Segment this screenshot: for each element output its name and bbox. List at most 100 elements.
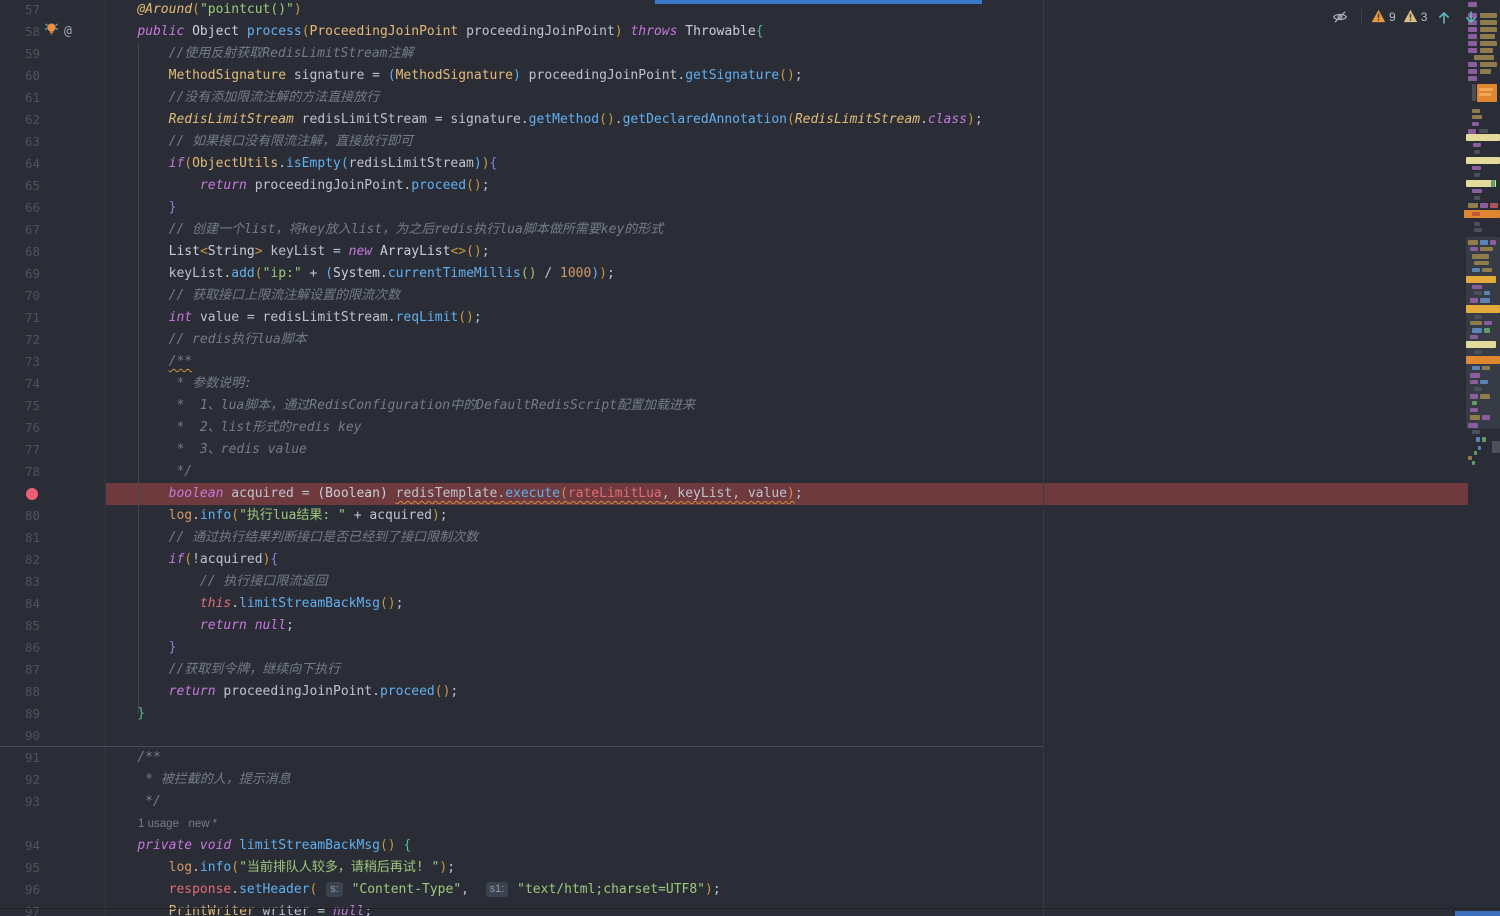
gutter[interactable]: 61 <box>0 87 106 109</box>
gutter[interactable]: 69 <box>0 263 106 285</box>
warning-badge[interactable]: 3 <box>1403 9 1427 26</box>
line-number[interactable]: 82 <box>0 549 40 571</box>
line-number[interactable]: 63 <box>0 131 40 153</box>
line-number[interactable]: 78 <box>0 461 40 483</box>
code-line[interactable]: 77 * 3、redis value <box>0 439 1466 461</box>
code-line[interactable]: 65 return proceedingJoinPoint.proceed(); <box>0 175 1466 197</box>
code-line[interactable]: 87 //获取到令牌，继续向下执行 <box>0 659 1466 681</box>
gutter[interactable]: 70 <box>0 285 106 307</box>
gutter[interactable]: 76 <box>0 417 106 439</box>
code-line[interactable]: 94 private void limitStreamBackMsg() { <box>0 835 1466 857</box>
line-number[interactable]: 90 <box>0 725 40 747</box>
line-number[interactable]: 89 <box>0 703 40 725</box>
gutter[interactable]: 89 <box>0 703 106 725</box>
code-line[interactable]: 86 } <box>0 637 1466 659</box>
line-number[interactable]: 86 <box>0 637 40 659</box>
code-line[interactable]: 71 int value = redisLimitStream.reqLimit… <box>0 307 1466 329</box>
line-number[interactable]: 93 <box>0 791 40 813</box>
gutter[interactable]: 67 <box>0 219 106 241</box>
line-number[interactable]: 87 <box>0 659 40 681</box>
line-number[interactable]: 58 <box>0 21 40 43</box>
line-number[interactable]: 96 <box>0 879 40 901</box>
code-line[interactable]: 84 this.limitStreamBackMsg(); <box>0 593 1466 615</box>
code-line[interactable]: 58 @ public Object process(ProceedingJoin… <box>0 21 1466 43</box>
code-area[interactable]: 57 @Around("pointcut()") 58 @ public Objec… <box>0 0 1466 916</box>
gutter[interactable] <box>0 813 106 835</box>
line-number[interactable]: 71 <box>0 307 40 329</box>
line-number[interactable]: 60 <box>0 65 40 87</box>
gutter[interactable]: 96 <box>0 879 106 901</box>
gutter[interactable]: 77 <box>0 439 106 461</box>
code-line[interactable]: 89 } <box>0 703 1466 725</box>
code-line[interactable]: 69 keyList.add("ip:" + (System.currentTi… <box>0 263 1466 285</box>
code-line[interactable]: 67 // 创建一个list，将key放入list，为之后redis执行lua脚… <box>0 219 1466 241</box>
horizontal-scrollbar-thumb[interactable] <box>1455 911 1500 916</box>
code-line[interactable]: 80 log.info("执行lua结果: " + acquired); <box>0 505 1466 527</box>
line-number[interactable]: 92 <box>0 769 40 791</box>
line-number[interactable]: 84 <box>0 593 40 615</box>
breakpoint-dot[interactable] <box>26 488 38 500</box>
line-number[interactable]: 57 <box>0 0 40 21</box>
line-number[interactable]: 70 <box>0 285 40 307</box>
line-number[interactable]: 85 <box>0 615 40 637</box>
line-number[interactable]: 74 <box>0 373 40 395</box>
gutter[interactable]: 84 <box>0 593 106 615</box>
line-number[interactable]: 91 <box>0 747 40 769</box>
line-number[interactable]: 65 <box>0 175 40 197</box>
code-line[interactable]: 81 // 通过执行结果判断接口是否已经到了接口限制次数 <box>0 527 1466 549</box>
line-number[interactable]: 95 <box>0 857 40 879</box>
inspections-eye-off-icon[interactable] <box>1328 6 1352 28</box>
code-line[interactable]: 76 * 2、list形式的redis key <box>0 417 1466 439</box>
gutter[interactable]: 95 <box>0 857 106 879</box>
line-number[interactable]: 77 <box>0 439 40 461</box>
gutter[interactable]: 63 <box>0 131 106 153</box>
code-line[interactable]: 85 return null; <box>0 615 1466 637</box>
aop-advice-bulb-icon[interactable] <box>44 21 59 44</box>
next-problem-arrow-icon[interactable] <box>1461 6 1481 28</box>
minimap[interactable] <box>1460 0 1500 916</box>
line-number[interactable]: 67 <box>0 219 40 241</box>
line-number[interactable]: 80 <box>0 505 40 527</box>
gutter[interactable]: 75 <box>0 395 106 417</box>
code-line[interactable]: 83 // 执行接口限流返回 <box>0 571 1466 593</box>
line-number[interactable]: 64 <box>0 153 40 175</box>
gutter[interactable]: 88 <box>0 681 106 703</box>
code-line[interactable]: 93 */ <box>0 791 1466 813</box>
code-line[interactable]: 64 if(ObjectUtils.isEmpty(redisLimitStre… <box>0 153 1466 175</box>
code-line[interactable]: 90 <box>0 725 1466 747</box>
gutter[interactable]: 91 <box>0 747 106 769</box>
line-number[interactable]: 81 <box>0 527 40 549</box>
line-number[interactable]: 69 <box>0 263 40 285</box>
code-line[interactable]: 96 response.setHeader( s: "Content-Type"… <box>0 879 1466 901</box>
gutter[interactable]: 60 <box>0 65 106 87</box>
gutter[interactable]: 83 <box>0 571 106 593</box>
gutter[interactable]: 80 <box>0 505 106 527</box>
code-line[interactable]: 92 * 被拦截的人，提示消息 <box>0 769 1466 791</box>
code-line[interactable]: 62 RedisLimitStream redisLimitStream = s… <box>0 109 1466 131</box>
code-line[interactable]: 66 } <box>0 197 1466 219</box>
gutter[interactable]: 90 <box>0 725 106 747</box>
gutter[interactable]: 72 <box>0 329 106 351</box>
gutter[interactable]: 86 <box>0 637 106 659</box>
line-number[interactable]: 76 <box>0 417 40 439</box>
inlay-hint-row[interactable]: 1 usage new * <box>0 813 1466 835</box>
code-line[interactable]: 59 //使用反射获取RedisLimitStream注解 <box>0 43 1466 65</box>
line-number[interactable]: 72 <box>0 329 40 351</box>
gutter[interactable]: 66 <box>0 197 106 219</box>
gutter[interactable]: 58 @ <box>0 21 106 43</box>
code-line[interactable]: boolean acquired = (Boolean) redisTempla… <box>0 483 1466 505</box>
gutter[interactable]: 65 <box>0 175 106 197</box>
code-line[interactable]: 75 * 1、lua脚本，通过RedisConfiguration中的Defau… <box>0 395 1466 417</box>
line-number[interactable]: 62 <box>0 109 40 131</box>
line-number[interactable]: 73 <box>0 351 40 373</box>
gutter[interactable]: 85 <box>0 615 106 637</box>
code-line[interactable]: 70 // 获取接口上限流注解设置的限流次数 <box>0 285 1466 307</box>
line-number[interactable]: 88 <box>0 681 40 703</box>
gutter[interactable]: 78 <box>0 461 106 483</box>
error-badge[interactable]: 9 <box>1371 9 1396 26</box>
gutter[interactable]: 57 <box>0 0 106 21</box>
gutter[interactable]: 94 <box>0 835 106 857</box>
line-number[interactable]: 68 <box>0 241 40 263</box>
code-line[interactable]: 95 log.info("当前排队人较多，请稍后再试! "); <box>0 857 1466 879</box>
gutter[interactable]: 64 <box>0 153 106 175</box>
